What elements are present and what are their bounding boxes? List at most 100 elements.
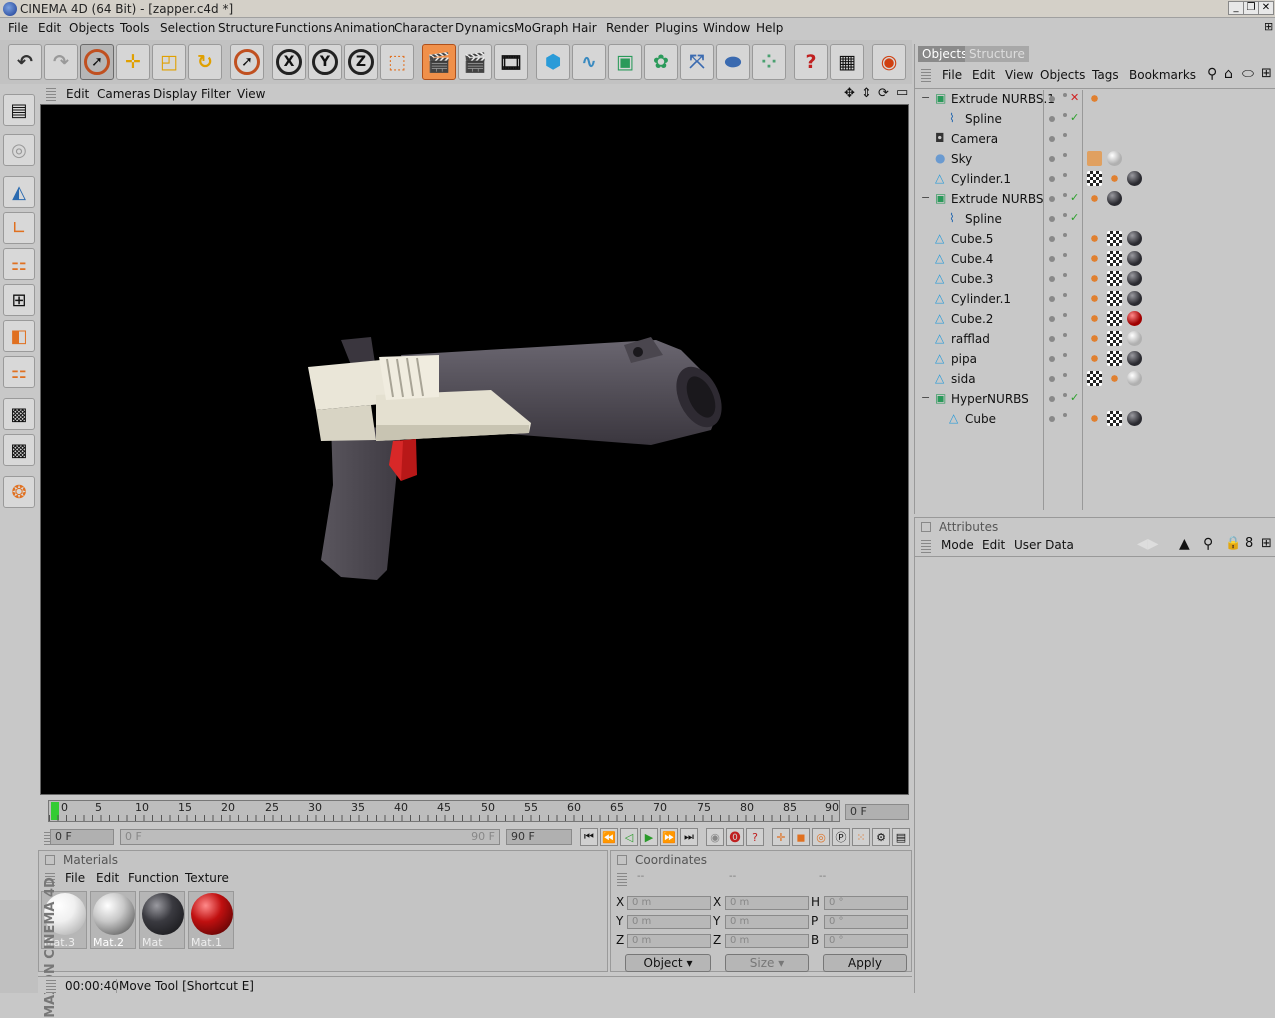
object-row[interactable]: △ Cube bbox=[915, 409, 1275, 429]
pos-z-field[interactable]: 0 m bbox=[627, 934, 711, 948]
render-visibility-dot[interactable] bbox=[1063, 153, 1067, 157]
texture-tag-icon[interactable] bbox=[1107, 231, 1122, 246]
spline-button[interactable]: ∿ bbox=[572, 44, 606, 80]
visibility-dot[interactable] bbox=[1049, 416, 1055, 422]
key-pla-button[interactable]: ⁙ bbox=[852, 828, 870, 846]
texture-tag-icon[interactable] bbox=[1107, 291, 1122, 306]
render-visibility-dot[interactable] bbox=[1063, 333, 1067, 337]
rot-p-field[interactable]: 0 ° bbox=[824, 915, 908, 929]
visibility-dot[interactable] bbox=[1049, 116, 1055, 122]
panel-checkbox[interactable] bbox=[617, 855, 627, 865]
visibility-dot[interactable] bbox=[1049, 376, 1055, 382]
disabled-icon[interactable]: ✕ bbox=[1070, 91, 1079, 104]
material-tag-icon[interactable] bbox=[1127, 371, 1142, 386]
menu-edit[interactable]: Edit bbox=[38, 21, 61, 35]
clapper-tag-icon[interactable] bbox=[1087, 151, 1102, 166]
tab-objects[interactable]: Objects bbox=[918, 46, 972, 62]
menu-functions[interactable]: Functions bbox=[275, 21, 332, 35]
phong-tag-icon[interactable] bbox=[1087, 311, 1102, 326]
menu-file[interactable]: File bbox=[8, 21, 28, 35]
expand-toggle-icon[interactable]: − bbox=[921, 391, 930, 404]
goto-start-button[interactable]: ⏮ bbox=[580, 828, 598, 846]
redo-button[interactable]: ↷ bbox=[44, 44, 78, 80]
object-row[interactable]: △ Cylinder.1 bbox=[915, 169, 1275, 189]
size-x-field[interactable]: 0 m bbox=[725, 896, 809, 910]
object-row[interactable]: ⌇ Spline ✓ bbox=[915, 209, 1275, 229]
autokey-button[interactable]: ⓿ bbox=[726, 828, 744, 846]
render-visibility-dot[interactable] bbox=[1063, 173, 1067, 177]
menu-hair[interactable]: Hair bbox=[572, 21, 597, 35]
object-row[interactable]: △ sida bbox=[915, 369, 1275, 389]
material-tag-icon[interactable] bbox=[1107, 151, 1122, 166]
render-visibility-dot[interactable] bbox=[1063, 233, 1067, 237]
up-arrow-icon[interactable]: ▲ bbox=[1179, 536, 1190, 552]
environment-button[interactable]: ⬬ bbox=[716, 44, 750, 80]
next-key-button[interactable]: ⏩ bbox=[660, 828, 678, 846]
object-mode-button[interactable]: ◎ bbox=[3, 134, 35, 166]
target-tag-icon[interactable] bbox=[1087, 131, 1102, 146]
visibility-dot[interactable] bbox=[1049, 356, 1055, 362]
render-picture-viewer-button[interactable]: 🎬 bbox=[458, 44, 492, 80]
play-forward-button[interactable]: ▶ bbox=[640, 828, 658, 846]
objects-menu-file[interactable]: File bbox=[942, 68, 962, 82]
render-visibility-dot[interactable] bbox=[1063, 213, 1067, 217]
attributes-menu-edit[interactable]: Edit bbox=[982, 538, 1005, 552]
object-row[interactable]: − ▣ HyperNURBS ✓ bbox=[915, 389, 1275, 409]
menu-mograph[interactable]: MoGraph bbox=[514, 21, 569, 35]
key-scale-button[interactable]: ◼ bbox=[792, 828, 810, 846]
scale-tool-button[interactable]: ◰ bbox=[152, 44, 186, 80]
render-visibility-dot[interactable] bbox=[1063, 133, 1067, 137]
attributes-menu-user-data[interactable]: User Data bbox=[1014, 538, 1074, 552]
play-backward-button[interactable]: ◁ bbox=[620, 828, 638, 846]
enabled-check-icon[interactable]: ✓ bbox=[1070, 391, 1079, 404]
expand-toggle-icon[interactable]: − bbox=[921, 91, 930, 104]
texture-tag-icon[interactable] bbox=[1087, 371, 1102, 386]
home-icon[interactable]: ⌂ bbox=[1224, 66, 1233, 82]
key-position-button[interactable]: ✛ bbox=[772, 828, 790, 846]
material-slot[interactable]: Mat.2 bbox=[90, 891, 136, 949]
layout-icon[interactable]: ⊞ bbox=[1264, 20, 1273, 33]
z-axis-button[interactable]: Z bbox=[344, 44, 378, 80]
enabled-check-icon[interactable]: ✓ bbox=[1070, 111, 1079, 124]
visibility-dot[interactable] bbox=[1049, 256, 1055, 262]
key-rotation-button[interactable]: ◎ bbox=[812, 828, 830, 846]
phong-tag-icon[interactable] bbox=[1107, 171, 1122, 186]
object-row[interactable]: △ Cube.4 bbox=[915, 249, 1275, 269]
pos-y-field[interactable]: 0 m bbox=[627, 915, 711, 929]
phong-tag-icon[interactable] bbox=[1087, 191, 1102, 206]
key-parameter-button[interactable]: Ⓟ bbox=[832, 828, 850, 846]
rot-b-field[interactable]: 0 ° bbox=[824, 934, 908, 948]
maximize-view-icon[interactable]: ▭ bbox=[896, 85, 908, 100]
size-mode-dropdown[interactable]: Size ▾ bbox=[725, 954, 809, 972]
x-axis-button[interactable]: X bbox=[272, 44, 306, 80]
materials-menu-function[interactable]: Function bbox=[128, 871, 179, 885]
objects-menu-objects[interactable]: Objects bbox=[1040, 68, 1085, 82]
object-row[interactable]: ⌇ Spline ✓ bbox=[915, 109, 1275, 129]
render-visibility-dot[interactable] bbox=[1063, 373, 1067, 377]
range-slider[interactable]: 0 F 90 F bbox=[120, 829, 500, 845]
tweak-mode-button[interactable]: ▩ bbox=[3, 398, 35, 430]
uv-points-button[interactable]: ⚏ bbox=[3, 356, 35, 388]
object-row[interactable]: △ Cube.2 bbox=[915, 309, 1275, 329]
menu-structure[interactable]: Structure bbox=[218, 21, 274, 35]
material-slot[interactable]: Mat.1 bbox=[188, 891, 234, 949]
viewport-menu-cameras[interactable]: Cameras bbox=[97, 87, 150, 101]
end-frame-field[interactable]: 90 F bbox=[506, 829, 572, 845]
axis-mode-button[interactable]: ∟ bbox=[3, 212, 35, 244]
phong-tag-icon[interactable] bbox=[1087, 351, 1102, 366]
materials-menu-texture[interactable]: Texture bbox=[185, 871, 229, 885]
y-axis-button[interactable]: Y bbox=[308, 44, 342, 80]
render-visibility-dot[interactable] bbox=[1063, 193, 1067, 197]
object-row[interactable]: △ Cube.5 bbox=[915, 229, 1275, 249]
rot-h-field[interactable]: 0 ° bbox=[824, 896, 908, 910]
keyframe-selection-button[interactable]: ? bbox=[746, 828, 764, 846]
texture-tag-icon[interactable] bbox=[1107, 251, 1122, 266]
material-tag-icon[interactable] bbox=[1127, 291, 1142, 306]
object-row[interactable]: ◘ Camera bbox=[915, 129, 1275, 149]
objects-menu-view[interactable]: View bbox=[1005, 68, 1033, 82]
polygons-mode-button[interactable]: ◧ bbox=[3, 320, 35, 352]
texture-tag-icon[interactable] bbox=[1107, 331, 1122, 346]
material-tag-icon[interactable] bbox=[1127, 311, 1142, 326]
coordinate-mode-dropdown[interactable]: Object ▾ bbox=[625, 954, 711, 972]
current-frame-field[interactable]: 0 F bbox=[845, 804, 909, 820]
